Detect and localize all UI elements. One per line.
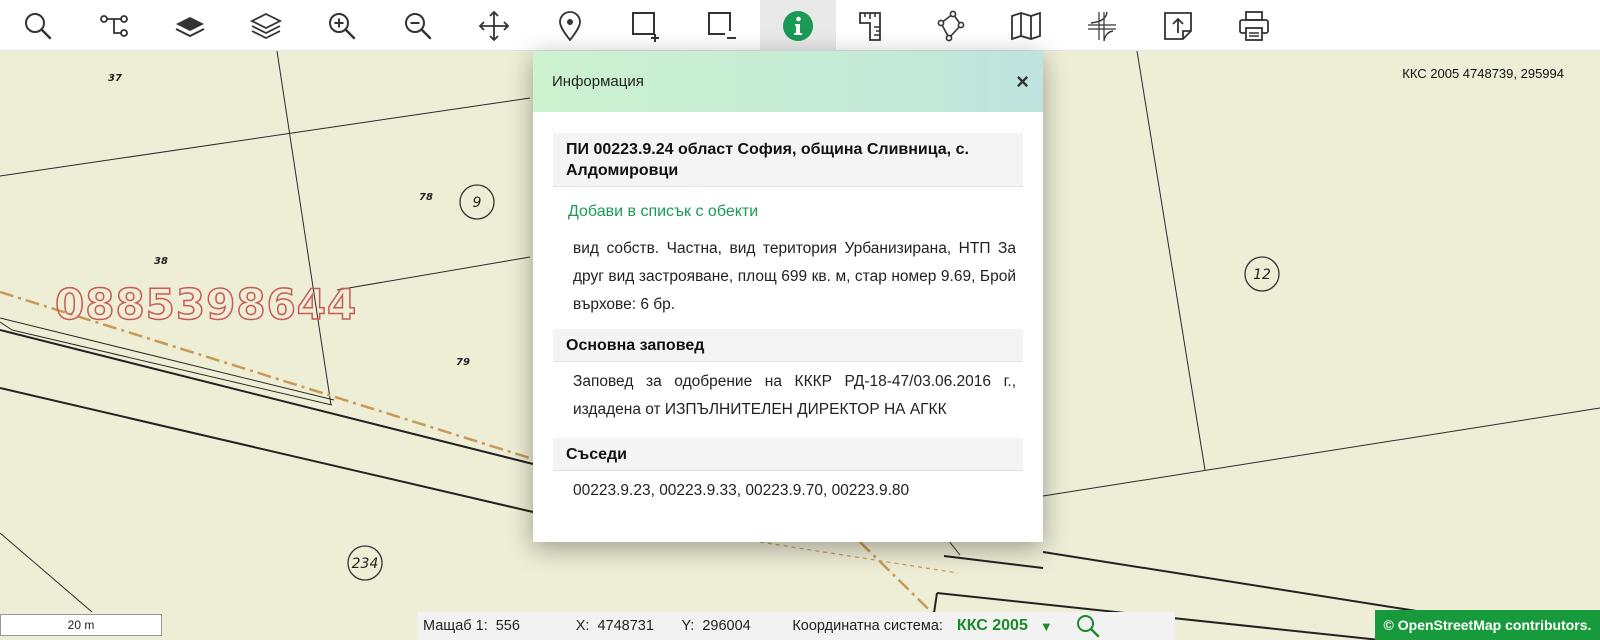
tool-base-layers[interactable] — [152, 0, 228, 51]
status-bar: Мащаб 1: 556 X: 4748731 Y: 296004 Коорди… — [417, 612, 1175, 640]
tool-map[interactable] — [988, 0, 1064, 51]
polygon-icon — [937, 10, 965, 41]
map-icon — [1011, 11, 1041, 40]
pan-icon — [478, 10, 510, 41]
grid-coordinates-icon — [1088, 11, 1116, 41]
crs-label: Координатна система: — [792, 618, 943, 634]
y-value: 296004 — [702, 618, 751, 634]
layers-icon — [249, 12, 283, 39]
panel-header: Информация × — [533, 51, 1043, 112]
tool-zoom-in[interactable] — [304, 0, 380, 51]
route-icon — [100, 14, 128, 37]
circle-label: 12 — [1253, 267, 1271, 283]
tool-export[interactable] — [1140, 0, 1216, 51]
info-icon — [783, 10, 813, 41]
tool-polygon[interactable] — [912, 0, 988, 51]
y-label: Y: — [681, 618, 695, 634]
parcel-label: 37 — [108, 73, 122, 84]
tool-select-remove[interactable] — [684, 0, 760, 51]
zoom-out-icon — [405, 12, 432, 39]
add-to-list-link[interactable]: Добави в списък с обекти — [553, 187, 1023, 231]
scale-bar: 20 m — [0, 614, 162, 636]
parcel-label: 78 — [419, 192, 433, 203]
zoom-in-icon — [329, 12, 356, 39]
measure-icon — [859, 11, 881, 41]
tool-pan[interactable] — [456, 0, 532, 51]
status-search-button[interactable] — [1075, 613, 1101, 639]
location-pin-icon — [559, 10, 581, 41]
tool-info[interactable] — [760, 0, 836, 51]
osm-attribution[interactable]: © OpenStreetMap contributors. — [1375, 610, 1600, 640]
panel-title: Информация — [552, 73, 644, 90]
panel-body: ПИ 00223.9.24 област София, община Сливн… — [533, 112, 1043, 519]
x-value: 4748731 — [597, 618, 654, 634]
search-icon — [25, 12, 52, 39]
search-icon — [1076, 615, 1099, 638]
tool-measure[interactable] — [836, 0, 912, 51]
order-heading: Основна заповед — [553, 329, 1023, 362]
select-add-icon — [632, 11, 659, 42]
parcel-heading: ПИ 00223.9.24 област София, община Сливн… — [553, 133, 1023, 187]
close-icon[interactable]: × — [1012, 67, 1033, 97]
crs-value[interactable]: ККС 2005 — [957, 617, 1028, 635]
x-label: X: — [575, 618, 590, 634]
tool-location[interactable] — [532, 0, 608, 51]
crs-dropdown-icon[interactable]: ▼ — [1040, 619, 1053, 634]
tool-layers[interactable] — [228, 0, 304, 51]
scale-label: Мащаб 1: — [423, 618, 488, 634]
neighbors-text: 00223.9.23, 00223.9.33, 00223.9.70, 0022… — [573, 482, 910, 499]
parcel-label: 38 — [154, 256, 168, 267]
phone-watermark: 0885398644 — [54, 279, 358, 330]
tool-select-add[interactable] — [608, 0, 684, 51]
tool-grid-coordinates[interactable] — [1064, 0, 1140, 51]
tool-search[interactable] — [0, 0, 76, 51]
layer-stack-filled-icon — [175, 16, 205, 37]
circle-label: 9 — [473, 195, 482, 211]
tool-zoom-out[interactable] — [380, 0, 456, 51]
info-panel: Информация × ПИ 00223.9.24 област София,… — [533, 51, 1043, 542]
toolbar — [0, 0, 1600, 51]
coordinate-readout: ККС 2005 4748739, 295994 — [1402, 66, 1564, 81]
parcel-details: вид собств. Частна, вид територия Урбани… — [573, 240, 1016, 313]
order-text: Заповед за одобрение на КККР РД-18-47/03… — [573, 373, 1016, 418]
tool-route[interactable] — [76, 0, 152, 51]
parcel-label: 79 — [456, 357, 470, 368]
export-icon — [1164, 11, 1192, 40]
tool-print[interactable] — [1216, 0, 1292, 51]
neighbors-heading: Съседи — [553, 438, 1023, 471]
select-remove-icon — [708, 11, 736, 39]
scale-value[interactable]: 556 — [496, 618, 566, 634]
print-icon — [1239, 10, 1269, 41]
circle-label: 234 — [352, 556, 379, 572]
